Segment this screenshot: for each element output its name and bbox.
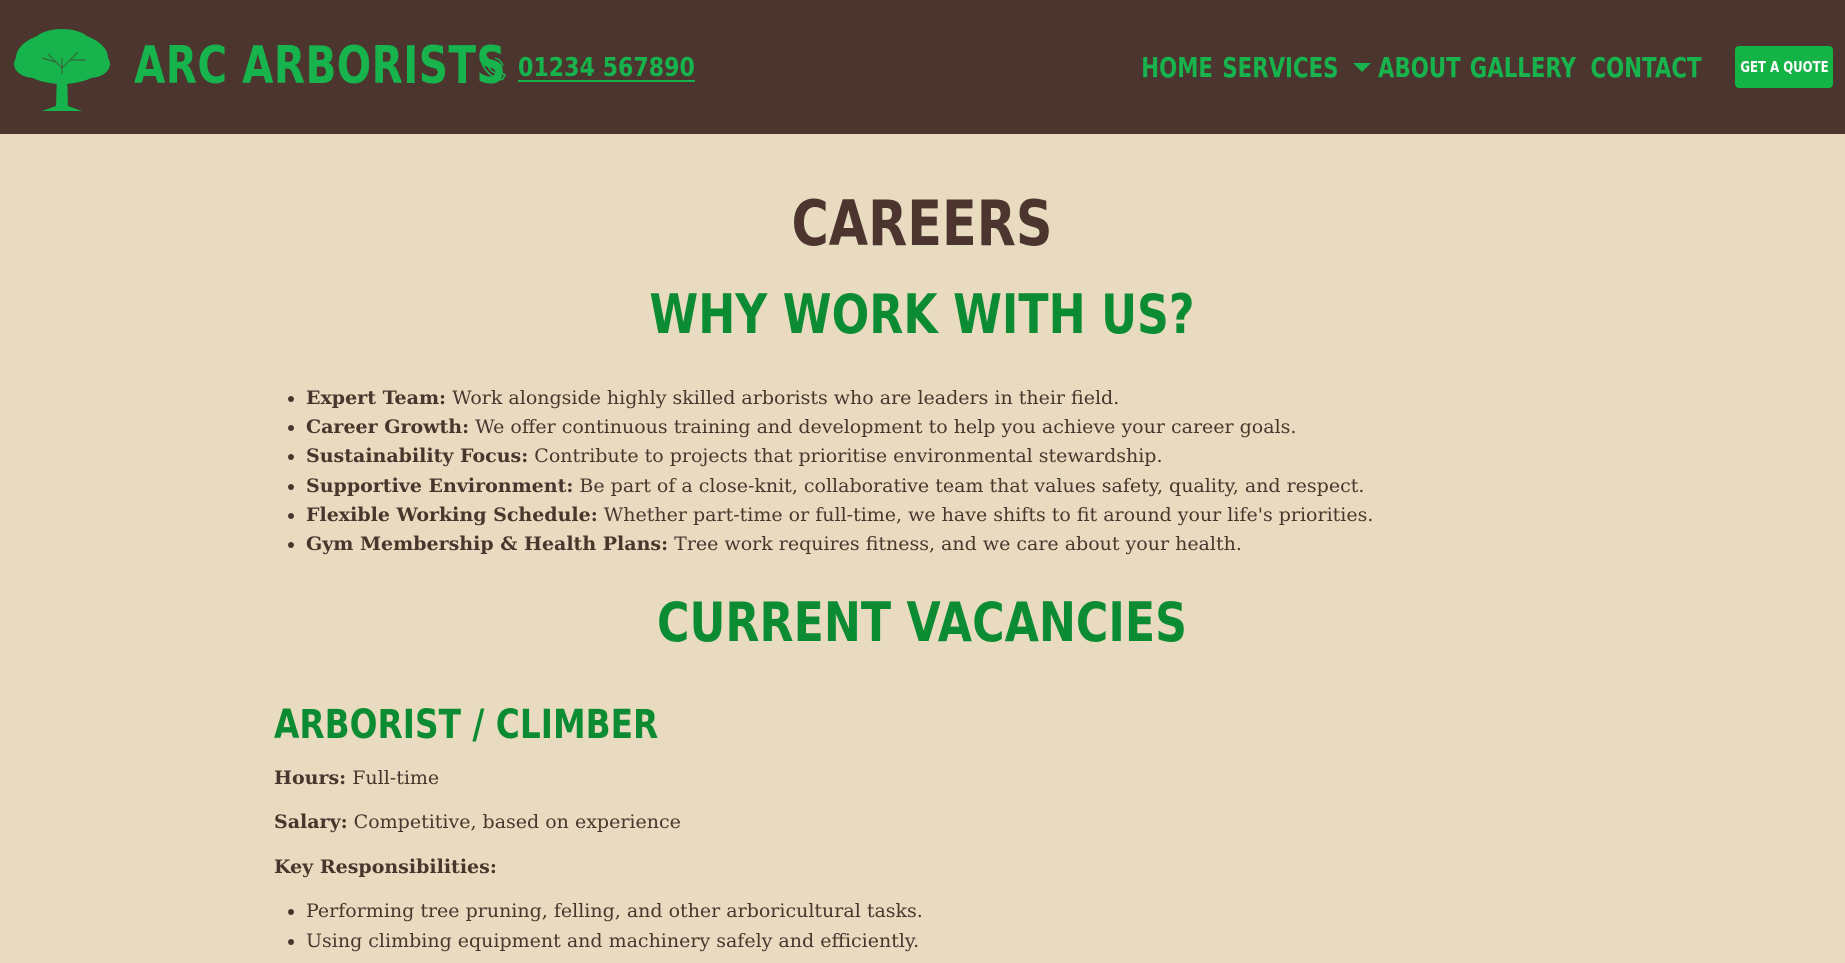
job-title: ARBORIST / CLIMBER <box>274 702 659 748</box>
benefit-text: Be part of a close-knit, collaborative t… <box>573 474 1365 497</box>
list-item: Using climbing equipment and machinery s… <box>306 926 923 956</box>
salary-label: Salary: <box>274 811 348 833</box>
list-item: Career Growth: We offer continuous train… <box>306 413 1606 442</box>
nav-services[interactable]: SERVICES <box>1222 51 1338 84</box>
benefit-text: Tree work requires fitness, and we care … <box>668 533 1242 556</box>
list-item: Flexible Working Schedule: Whether part-… <box>306 501 1606 530</box>
hours-value: Full-time <box>346 767 440 789</box>
phone-link[interactable]: 01234 567890 <box>518 53 695 83</box>
get-a-quote-label: GET A QUOTE <box>1739 58 1829 76</box>
responsibilities-list: Performing tree pruning, felling, and ot… <box>274 896 923 956</box>
benefits-list: Expert Team: Work alongside highly skill… <box>274 384 1606 559</box>
current-vacancies-heading: CURRENT VACANCIES <box>656 591 1188 654</box>
why-work-heading: WHY WORK WITH US? <box>649 283 1195 346</box>
nav-about[interactable]: ABOUT <box>1378 51 1461 84</box>
list-item: Supportive Environment: Be part of a clo… <box>306 472 1606 501</box>
phone-icon <box>480 55 506 81</box>
chevron-down-icon[interactable] <box>1352 62 1371 72</box>
main-nav: HOME SERVICES ABOUT GALLERY CONTACT <box>1140 42 1710 92</box>
benefit-label: Supportive Environment: <box>306 474 574 497</box>
nav-services-dropdown[interactable]: SERVICES <box>1214 51 1375 84</box>
phone-contact: 01234 567890 <box>478 48 726 88</box>
benefit-label: Expert Team: <box>306 387 447 409</box>
get-a-quote-button[interactable]: GET A QUOTE <box>1735 46 1833 88</box>
tree-logo-icon[interactable] <box>12 28 112 112</box>
benefit-text: We offer continuous training and develop… <box>469 416 1297 439</box>
nav-contact[interactable]: CONTACT <box>1590 51 1701 84</box>
benefit-text: Whether part-time or full-time, we have … <box>597 503 1374 526</box>
responsibilities-heading: Key Responsibilities: <box>274 856 497 878</box>
list-item: Expert Team: Work alongside highly skill… <box>306 384 1606 413</box>
benefit-label: Gym Membership & Health Plans: <box>306 533 669 556</box>
salary-value: Competitive, based on experience <box>347 811 681 833</box>
benefit-label: Career Growth: <box>306 416 470 439</box>
job-salary: Salary: Competitive, based on experience <box>274 808 681 836</box>
benefit-label: Sustainability Focus: <box>306 445 529 468</box>
benefit-label: Flexible Working Schedule: <box>306 503 598 526</box>
site-header: ARC ARBORISTS 01234 567890 HOME SERVICES… <box>0 0 1845 134</box>
page-title: CAREERS <box>791 187 1053 260</box>
benefit-text: Work alongside highly skilled arborists … <box>446 387 1120 409</box>
list-item: Gym Membership & Health Plans: Tree work… <box>306 530 1606 559</box>
benefit-text: Contribute to projects that prioritise e… <box>528 445 1163 468</box>
nav-gallery[interactable]: GALLERY <box>1470 51 1576 84</box>
list-item: Performing tree pruning, felling, and ot… <box>306 896 923 926</box>
nav-home[interactable]: HOME <box>1141 51 1213 84</box>
hours-label: Hours: <box>274 767 347 789</box>
list-item: Sustainability Focus: Contribute to proj… <box>306 442 1606 471</box>
job-hours: Hours: Full-time <box>274 764 439 792</box>
brand-name[interactable]: ARC ARBORISTS <box>134 34 506 98</box>
